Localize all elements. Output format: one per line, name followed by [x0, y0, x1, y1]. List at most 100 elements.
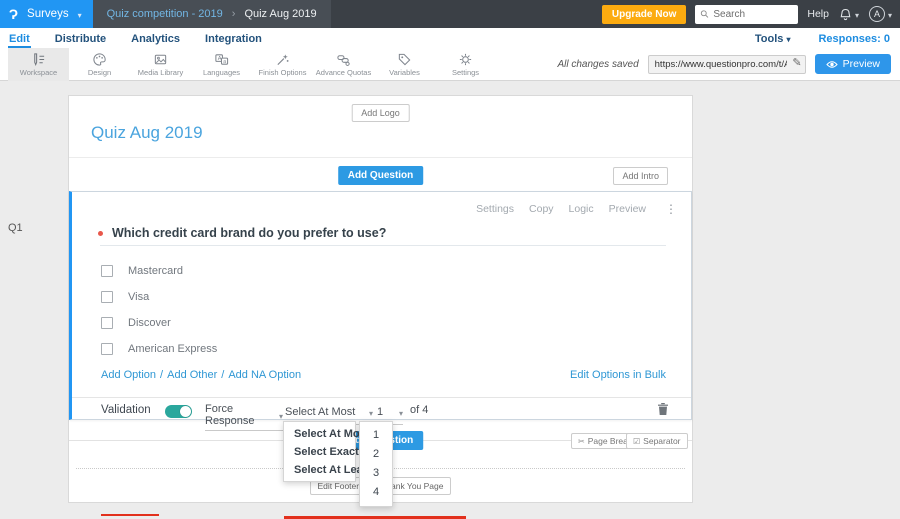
option-label[interactable]: Visa: [128, 291, 149, 303]
question-text[interactable]: Which credit card brand do you prefer to…: [112, 226, 386, 240]
add-option-link[interactable]: Add Option: [101, 369, 156, 381]
breadcrumb-parent-link[interactable]: Quiz competition - 2019: [107, 8, 223, 20]
menu-item-select-at-least[interactable]: Select At Least: [284, 461, 372, 479]
edit-url-icon[interactable]: [792, 56, 801, 69]
eye-icon: [825, 60, 838, 68]
tools-label: Tools: [754, 33, 784, 45]
checkbox[interactable]: [101, 343, 113, 355]
option-label[interactable]: American Express: [128, 343, 217, 355]
kebab-menu-icon[interactable]: [665, 202, 677, 216]
svg-text:a: a: [223, 59, 226, 65]
of-total-label: of 4: [410, 404, 429, 416]
question-logic-link[interactable]: Logic: [569, 203, 594, 215]
menu-item-count-2[interactable]: 2: [360, 445, 392, 464]
chevron-down-icon: [855, 5, 859, 23]
separator-label: Separator: [643, 436, 681, 446]
toolbar-item-design[interactable]: Design: [69, 48, 130, 81]
toolbar-item-label: Advance Quotas: [315, 67, 372, 77]
menu-item-count-4[interactable]: 4: [360, 483, 392, 502]
breadcrumb: Quiz competition - 2019 › Quiz Aug 2019: [92, 0, 331, 28]
responses-count[interactable]: Responses: 0: [818, 33, 890, 45]
toolbar-item-settings[interactable]: Settings: [435, 48, 496, 81]
palette-icon: [93, 52, 106, 66]
validation-rule-value: Select At Most: [285, 406, 356, 418]
secondary-nav: Edit Distribute Analytics Integration To…: [0, 28, 900, 48]
search-input[interactable]: [713, 8, 794, 20]
notifications-menu[interactable]: [839, 5, 859, 23]
option-row[interactable]: Mastercard: [72, 258, 691, 284]
question-copy-link[interactable]: Copy: [529, 203, 554, 215]
bell-icon: [840, 8, 851, 20]
option-row[interactable]: Visa: [72, 284, 691, 310]
editor-canvas: Q1 Add Logo Quiz Aug 2019 Add Question A…: [0, 81, 900, 519]
chevron-down-icon: [369, 403, 373, 421]
share-url-input[interactable]: [647, 55, 806, 74]
question-block: Settings Copy Logic Preview Which credit…: [69, 191, 692, 519]
title-divider: [69, 157, 692, 158]
preview-button[interactable]: Preview: [814, 54, 891, 74]
tab-edit[interactable]: Edit: [8, 30, 31, 48]
chevron-down-icon: [78, 5, 82, 23]
delete-question-button[interactable]: [657, 402, 669, 421]
option-label[interactable]: Discover: [128, 317, 171, 329]
help-link[interactable]: Help: [807, 8, 829, 20]
add-other-link[interactable]: Add Other: [167, 369, 217, 381]
product-switcher[interactable]: Ɂ Surveys: [0, 0, 93, 28]
toolbar-item-finish-options[interactable]: Finish Options: [252, 48, 313, 81]
question-text-row: Which credit card brand do you prefer to…: [98, 226, 386, 240]
link-separator: /: [160, 369, 164, 381]
checkbox[interactable]: [101, 291, 113, 303]
separator-button[interactable]: Separator: [626, 433, 688, 449]
tab-analytics[interactable]: Analytics: [130, 30, 181, 48]
force-response-value: Force Response: [205, 403, 255, 427]
toolbar-item-workspace[interactable]: Workspace: [8, 47, 69, 81]
toolbar-item-languages[interactable]: Aa Languages: [191, 48, 252, 81]
validation-toggle[interactable]: [165, 405, 192, 418]
survey-title[interactable]: Quiz Aug 2019: [91, 123, 203, 143]
toolbar-item-variables[interactable]: Variables: [374, 48, 435, 81]
breadcrumb-current: Quiz Aug 2019: [244, 8, 317, 20]
add-logo-button[interactable]: Add Logo: [351, 104, 410, 122]
question-settings-link[interactable]: Settings: [476, 203, 514, 215]
topbar: Ɂ Surveys Quiz competition - 2019 › Quiz…: [0, 0, 900, 28]
toolbar-item-advance-quotas[interactable]: Advance Quotas: [313, 48, 374, 81]
global-search[interactable]: [695, 4, 799, 24]
tag-icon: [398, 53, 411, 65]
option-row[interactable]: Discover: [72, 310, 691, 336]
option-row[interactable]: American Express: [72, 336, 691, 362]
add-intro-button[interactable]: Add Intro: [613, 167, 668, 185]
option-label[interactable]: Mastercard: [128, 265, 183, 277]
toolbar-item-label: Media Library: [137, 67, 184, 77]
magic-wand-icon: [277, 53, 289, 65]
upgrade-now-button[interactable]: Upgrade Now: [601, 4, 687, 24]
question-preview-link[interactable]: Preview: [609, 203, 646, 215]
required-marker: [98, 230, 103, 236]
toolbar-right: All changes saved Preview: [557, 54, 900, 74]
tab-distribute[interactable]: Distribute: [54, 30, 107, 48]
checkbox[interactable]: [101, 317, 113, 329]
chevron-down-icon: [888, 5, 892, 23]
account-menu[interactable]: A: [868, 5, 892, 23]
toolbar-item-label: Design: [87, 67, 112, 77]
tab-integration[interactable]: Integration: [204, 30, 263, 48]
menu-item-count-3[interactable]: 3: [360, 464, 392, 483]
avatar: A: [868, 6, 885, 22]
separator-icon: [633, 436, 640, 446]
edit-options-in-bulk-link[interactable]: Edit Options in Bulk: [570, 369, 666, 381]
answer-options: Mastercard Visa Discover American Expres…: [72, 258, 691, 362]
workspace-icon: [34, 52, 45, 66]
menu-item-select-at-most[interactable]: Select At Most: [284, 425, 369, 443]
add-na-option-link[interactable]: Add NA Option: [228, 369, 301, 381]
page-break-icon: [578, 436, 585, 446]
add-question-button-top[interactable]: Add Question: [337, 166, 424, 185]
question-divider: [100, 245, 666, 246]
menu-item-select-exactly[interactable]: Select Exactly: [284, 443, 368, 461]
menu-item-count-1[interactable]: 1: [360, 426, 392, 445]
toolbar-item-media-library[interactable]: Media Library: [130, 48, 191, 81]
annotation-underline-validation: [101, 514, 159, 516]
preview-label: Preview: [842, 58, 880, 70]
tools-menu[interactable]: Tools: [755, 33, 791, 45]
checkbox[interactable]: [101, 265, 113, 277]
question-number-label: Q1: [8, 222, 23, 234]
product-menu-label: Surveys: [27, 8, 69, 20]
